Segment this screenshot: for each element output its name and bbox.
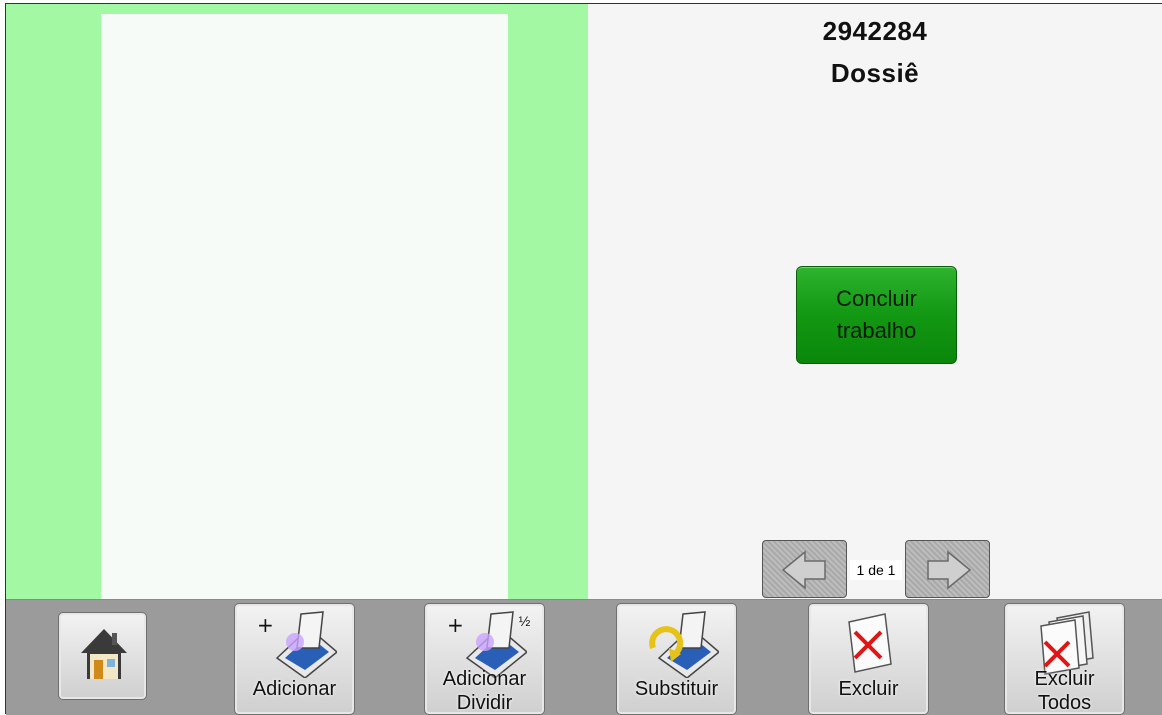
replace-label: Substituir (634, 678, 719, 700)
svg-text:+: + (447, 613, 464, 637)
document-type: Dossiê (830, 58, 920, 88)
page-thumbnail[interactable] (101, 14, 508, 600)
svg-text:+: + (257, 613, 274, 637)
delete-label: Excluir (838, 678, 899, 700)
delete-page-icon (848, 613, 892, 673)
add-label: Adicionar (252, 678, 337, 700)
add-split-button[interactable]: + ½ Adicionar Dividir (424, 603, 545, 715)
document-preview-area (6, 4, 588, 600)
arrow-left-icon (781, 550, 826, 590)
delete-all-label-2: Todos (1037, 692, 1092, 714)
arrow-right-icon (927, 550, 972, 590)
add-split-label-2: Dividir (456, 692, 513, 714)
pagination: 1 de 1 (762, 540, 992, 600)
replace-button[interactable]: Substituir (616, 603, 737, 715)
add-split-label-1: Adicionar (442, 668, 527, 690)
finish-work-button[interactable]: Concluir trabalho (796, 266, 957, 364)
home-button[interactable] (58, 612, 147, 700)
document-number: 2942284 (822, 16, 928, 46)
delete-button[interactable]: Excluir (808, 603, 929, 715)
document-info-panel: 2942284 Dossiê Concluir trabalho 1 de 1 (588, 4, 1162, 599)
bottom-toolbar: + Adicionar + ½ Adicionar Dividir Substi… (6, 599, 1162, 715)
previous-page-button[interactable] (762, 540, 847, 598)
add-button[interactable]: + Adicionar (234, 603, 355, 715)
next-page-button[interactable] (905, 540, 990, 598)
scanner-replace-icon (649, 611, 719, 678)
page-indicator: 1 de 1 (850, 560, 902, 580)
delete-all-label-1: Excluir (1034, 668, 1095, 690)
home-icon (81, 629, 127, 679)
scanner-add-icon: + (257, 611, 337, 678)
delete-all-button[interactable]: Excluir Todos (1004, 603, 1125, 715)
split-badge: ½ (518, 613, 531, 629)
